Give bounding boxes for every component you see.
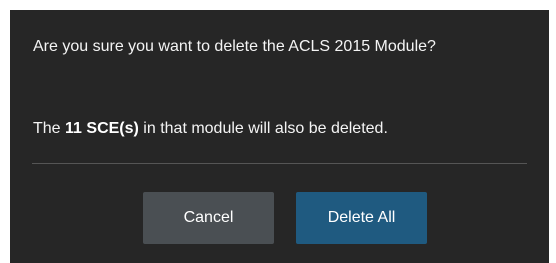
cancel-button[interactable]: Cancel <box>143 192 274 244</box>
detail-suffix: in that module will also be deleted. <box>143 120 388 137</box>
sce-count: 11 SCE(s) <box>65 120 139 137</box>
delete-all-button[interactable]: Delete All <box>296 192 427 244</box>
delete-confirmation-dialog: Are you sure you want to delete the ACLS… <box>10 10 549 263</box>
divider <box>32 163 527 164</box>
detail-prefix: The <box>33 120 61 137</box>
deletion-detail: The 11 SCE(s) in that module will also b… <box>33 118 533 139</box>
confirmation-question: Are you sure you want to delete the ACLS… <box>33 38 436 55</box>
